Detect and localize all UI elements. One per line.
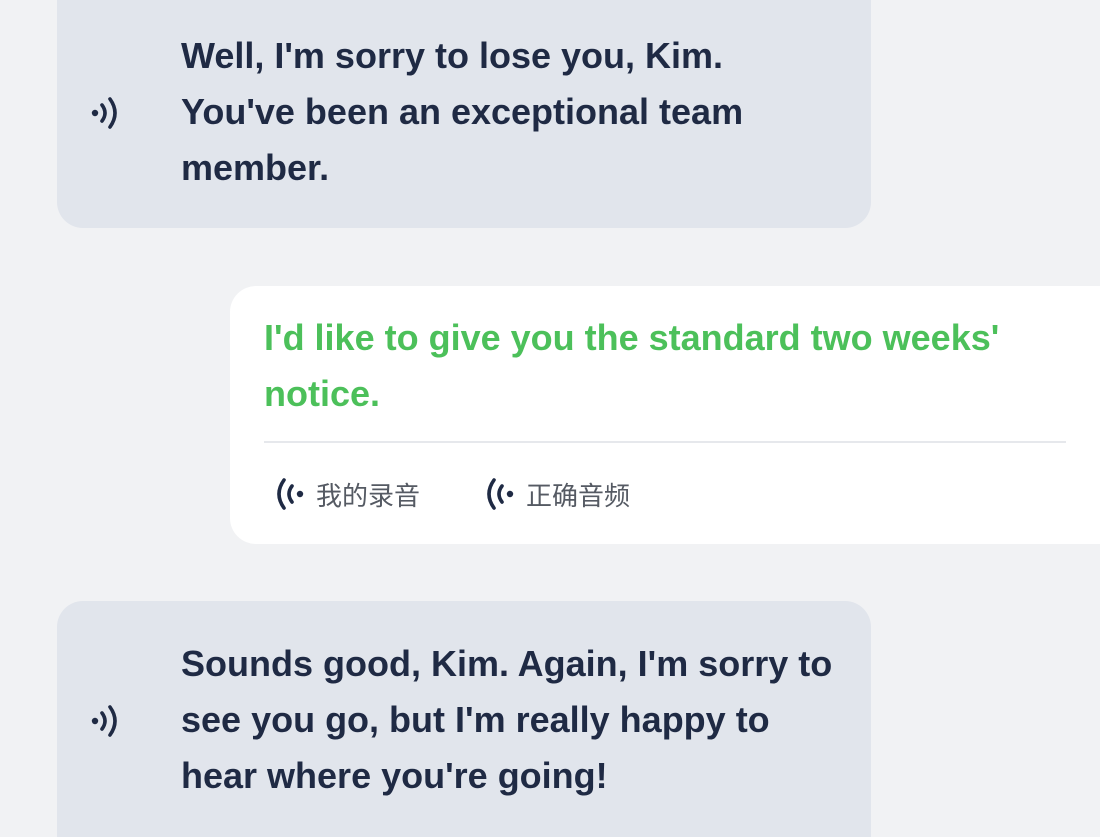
speaker-icon[interactable] [89,93,127,133]
correct-audio-wave-icon [482,474,518,514]
correct-audio-label: 正确音频 [526,481,631,512]
recording-wave-icon [272,474,308,514]
user-message-bubble: I'd like to give you the standard two we… [230,286,1100,544]
partner-message-bubble: Well, I'm sorry to lose you, Kim. You've… [57,0,871,228]
partner-message-text: Well, I'm sorry to lose you, Kim. You've… [181,35,744,188]
my-recording-button[interactable]: 我的录音 [272,472,420,516]
speaker-icon[interactable] [89,701,127,741]
partner-message-text: Sounds good, Kim. Again, I'm sorry to se… [181,643,833,796]
my-recording-label: 我的录音 [316,481,421,512]
partner-message-bubble: Sounds good, Kim. Again, I'm sorry to se… [57,601,871,837]
user-message-text: I'd like to give you the standard two we… [264,317,1000,414]
divider [264,441,1066,443]
correct-audio-button[interactable]: 正确音频 [482,472,630,516]
